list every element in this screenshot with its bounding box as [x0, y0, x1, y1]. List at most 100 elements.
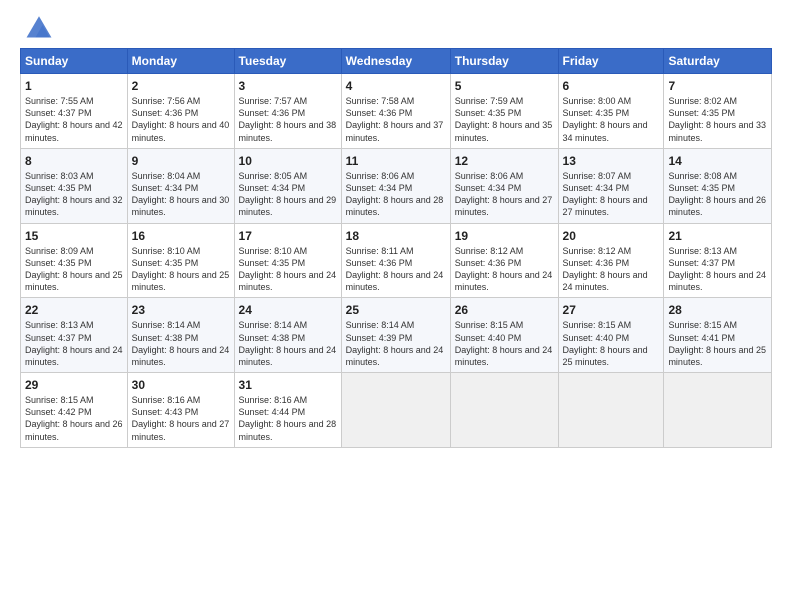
day-number: 11: [346, 153, 446, 169]
sunset-label: Sunset: 4:36 PM: [563, 258, 630, 268]
sunrise-label: Sunrise: 8:14 AM: [346, 320, 415, 330]
col-header-monday: Monday: [127, 49, 234, 74]
daylight-label: Daylight: 8 hours and 29 minutes.: [239, 195, 337, 217]
calendar-week-3: 15 Sunrise: 8:09 AM Sunset: 4:35 PM Dayligh…: [21, 223, 772, 298]
calendar-cell: 18Sunrise: 8:11 AMSunset: 4:36 PMDayligh…: [341, 223, 450, 298]
calendar-cell: 19Sunrise: 8:12 AMSunset: 4:36 PMDayligh…: [450, 223, 558, 298]
sunrise-label: Sunrise: 7:58 AM: [346, 96, 415, 106]
sunset-label: Sunset: 4:36 PM: [455, 258, 522, 268]
sunrise-label: Sunrise: 8:15 AM: [563, 320, 632, 330]
sunrise-label: Sunrise: 8:06 AM: [455, 171, 524, 181]
daylight-label: Daylight: 8 hours and 42 minutes.: [25, 120, 123, 142]
col-header-saturday: Saturday: [664, 49, 772, 74]
calendar-cell: [664, 373, 772, 448]
daylight-label: Daylight: 8 hours and 24 minutes.: [563, 270, 648, 292]
calendar-table: SundayMondayTuesdayWednesdayThursdayFrid…: [20, 48, 772, 448]
calendar-cell: 16Sunrise: 8:10 AMSunset: 4:35 PMDayligh…: [127, 223, 234, 298]
sunrise-label: Sunrise: 8:10 AM: [239, 246, 308, 256]
sunrise-label: Sunrise: 8:14 AM: [132, 320, 201, 330]
sunset-label: Sunset: 4:36 PM: [239, 108, 306, 118]
daylight-label: Daylight: 8 hours and 24 minutes.: [239, 270, 337, 292]
day-number: 23: [132, 302, 230, 318]
sunset-label: Sunset: 4:35 PM: [563, 108, 630, 118]
calendar-cell: 22Sunrise: 8:13 AMSunset: 4:37 PMDayligh…: [21, 298, 128, 373]
sunset-label: Sunset: 4:34 PM: [239, 183, 306, 193]
day-number: 22: [25, 302, 123, 318]
daylight-label: Daylight: 8 hours and 24 minutes.: [455, 345, 553, 367]
sunset-label: Sunset: 4:42 PM: [25, 407, 92, 417]
calendar-week-2: 8Sunrise: 8:03 AMSunset: 4:35 PMDaylight…: [21, 148, 772, 223]
sunset-label: Sunset: 4:35 PM: [25, 258, 92, 268]
daylight-label: Daylight: 8 hours and 25 minutes.: [25, 270, 123, 292]
calendar-week-4: 22 Sunrise: 8:13 AM Sunset: 4:37 PM Dayligh…: [21, 298, 772, 373]
sunrise-label: Sunrise: 8:09 AM: [25, 246, 94, 256]
sunrise-label: Sunrise: 8:16 AM: [239, 395, 308, 405]
daylight-label: Daylight: 8 hours and 33 minutes.: [668, 120, 766, 142]
daylight-label: Daylight: 8 hours and 38 minutes.: [239, 120, 337, 142]
day-number: 30: [132, 377, 230, 393]
sunset-label: Sunset: 4:34 PM: [455, 183, 522, 193]
day-number: 16: [132, 228, 230, 244]
sunrise-label: Sunrise: 8:13 AM: [668, 246, 737, 256]
sunset-label: Sunset: 4:44 PM: [239, 407, 306, 417]
day-number: 5: [455, 78, 554, 94]
sunrise-label: Sunrise: 8:08 AM: [668, 171, 737, 181]
calendar-cell: 4Sunrise: 7:58 AMSunset: 4:36 PMDaylight…: [341, 74, 450, 149]
sunset-label: Sunset: 4:38 PM: [132, 333, 199, 343]
calendar-week-1: 1Sunrise: 7:55 AMSunset: 4:37 PMDaylight…: [21, 74, 772, 149]
daylight-label: Daylight: 8 hours and 24 minutes.: [455, 270, 553, 292]
day-number: 24: [239, 302, 337, 318]
sunrise-label: Sunrise: 7:55 AM: [25, 96, 94, 106]
sunset-label: Sunset: 4:34 PM: [132, 183, 199, 193]
day-number: 9: [132, 153, 230, 169]
day-number: 7: [668, 78, 767, 94]
sunrise-label: Sunrise: 8:13 AM: [25, 320, 94, 330]
calendar-cell: 21Sunrise: 8:13 AMSunset: 4:37 PMDayligh…: [664, 223, 772, 298]
daylight-label: Daylight: 8 hours and 37 minutes.: [346, 120, 444, 142]
sunset-label: Sunset: 4:37 PM: [25, 333, 92, 343]
sunrise-label: Sunrise: 8:05 AM: [239, 171, 308, 181]
calendar-cell: 26Sunrise: 8:15 AMSunset: 4:40 PMDayligh…: [450, 298, 558, 373]
calendar-cell: 7Sunrise: 8:02 AMSunset: 4:35 PMDaylight…: [664, 74, 772, 149]
logo: [20, 16, 55, 40]
daylight-label: Daylight: 8 hours and 27 minutes.: [563, 195, 648, 217]
day-number: 15: [25, 228, 123, 244]
daylight-label: Daylight: 8 hours and 24 minutes.: [239, 345, 337, 367]
day-number: 3: [239, 78, 337, 94]
daylight-label: Daylight: 8 hours and 32 minutes.: [25, 195, 123, 217]
sunrise-label: Sunrise: 8:04 AM: [132, 171, 201, 181]
daylight-label: Daylight: 8 hours and 24 minutes.: [668, 270, 766, 292]
sunset-label: Sunset: 4:35 PM: [455, 108, 522, 118]
calendar-cell: 13Sunrise: 8:07 AMSunset: 4:34 PMDayligh…: [558, 148, 664, 223]
sunrise-label: Sunrise: 8:12 AM: [563, 246, 632, 256]
day-number: 17: [239, 228, 337, 244]
daylight-label: Daylight: 8 hours and 24 minutes.: [346, 270, 444, 292]
calendar-cell: 15 Sunrise: 8:09 AM Sunset: 4:35 PM Dayligh…: [21, 223, 128, 298]
day-number: 4: [346, 78, 446, 94]
sunset-label: Sunset: 4:35 PM: [132, 258, 199, 268]
calendar-cell: 12Sunrise: 8:06 AMSunset: 4:34 PMDayligh…: [450, 148, 558, 223]
sunrise-label: Sunrise: 8:14 AM: [239, 320, 308, 330]
daylight-label: Daylight: 8 hours and 35 minutes.: [455, 120, 553, 142]
daylight-label: Daylight: 8 hours and 24 minutes.: [132, 345, 230, 367]
day-number: 31: [239, 377, 337, 393]
calendar-cell: 23 Sunrise: 8:14 AM Sunset: 4:38 PM Dayligh…: [127, 298, 234, 373]
col-header-tuesday: Tuesday: [234, 49, 341, 74]
calendar-cell: 31 Sunrise: 8:16 AM Sunset: 4:44 PM Dayligh…: [234, 373, 341, 448]
day-number: 18: [346, 228, 446, 244]
sunrise-label: Sunrise: 8:15 AM: [668, 320, 737, 330]
calendar-cell: [558, 373, 664, 448]
sunset-label: Sunset: 4:36 PM: [132, 108, 199, 118]
daylight-label: Daylight: 8 hours and 26 minutes.: [25, 419, 123, 441]
daylight-label: Daylight: 8 hours and 25 minutes.: [668, 345, 766, 367]
sunrise-label: Sunrise: 8:00 AM: [563, 96, 632, 106]
day-number: 12: [455, 153, 554, 169]
calendar-cell: 25Sunrise: 8:14 AMSunset: 4:39 PMDayligh…: [341, 298, 450, 373]
daylight-label: Daylight: 8 hours and 28 minutes.: [239, 419, 337, 441]
day-number: 19: [455, 228, 554, 244]
sunrise-label: Sunrise: 7:57 AM: [239, 96, 308, 106]
calendar-cell: 11Sunrise: 8:06 AMSunset: 4:34 PMDayligh…: [341, 148, 450, 223]
day-number: 27: [563, 302, 660, 318]
day-number: 25: [346, 302, 446, 318]
col-header-wednesday: Wednesday: [341, 49, 450, 74]
